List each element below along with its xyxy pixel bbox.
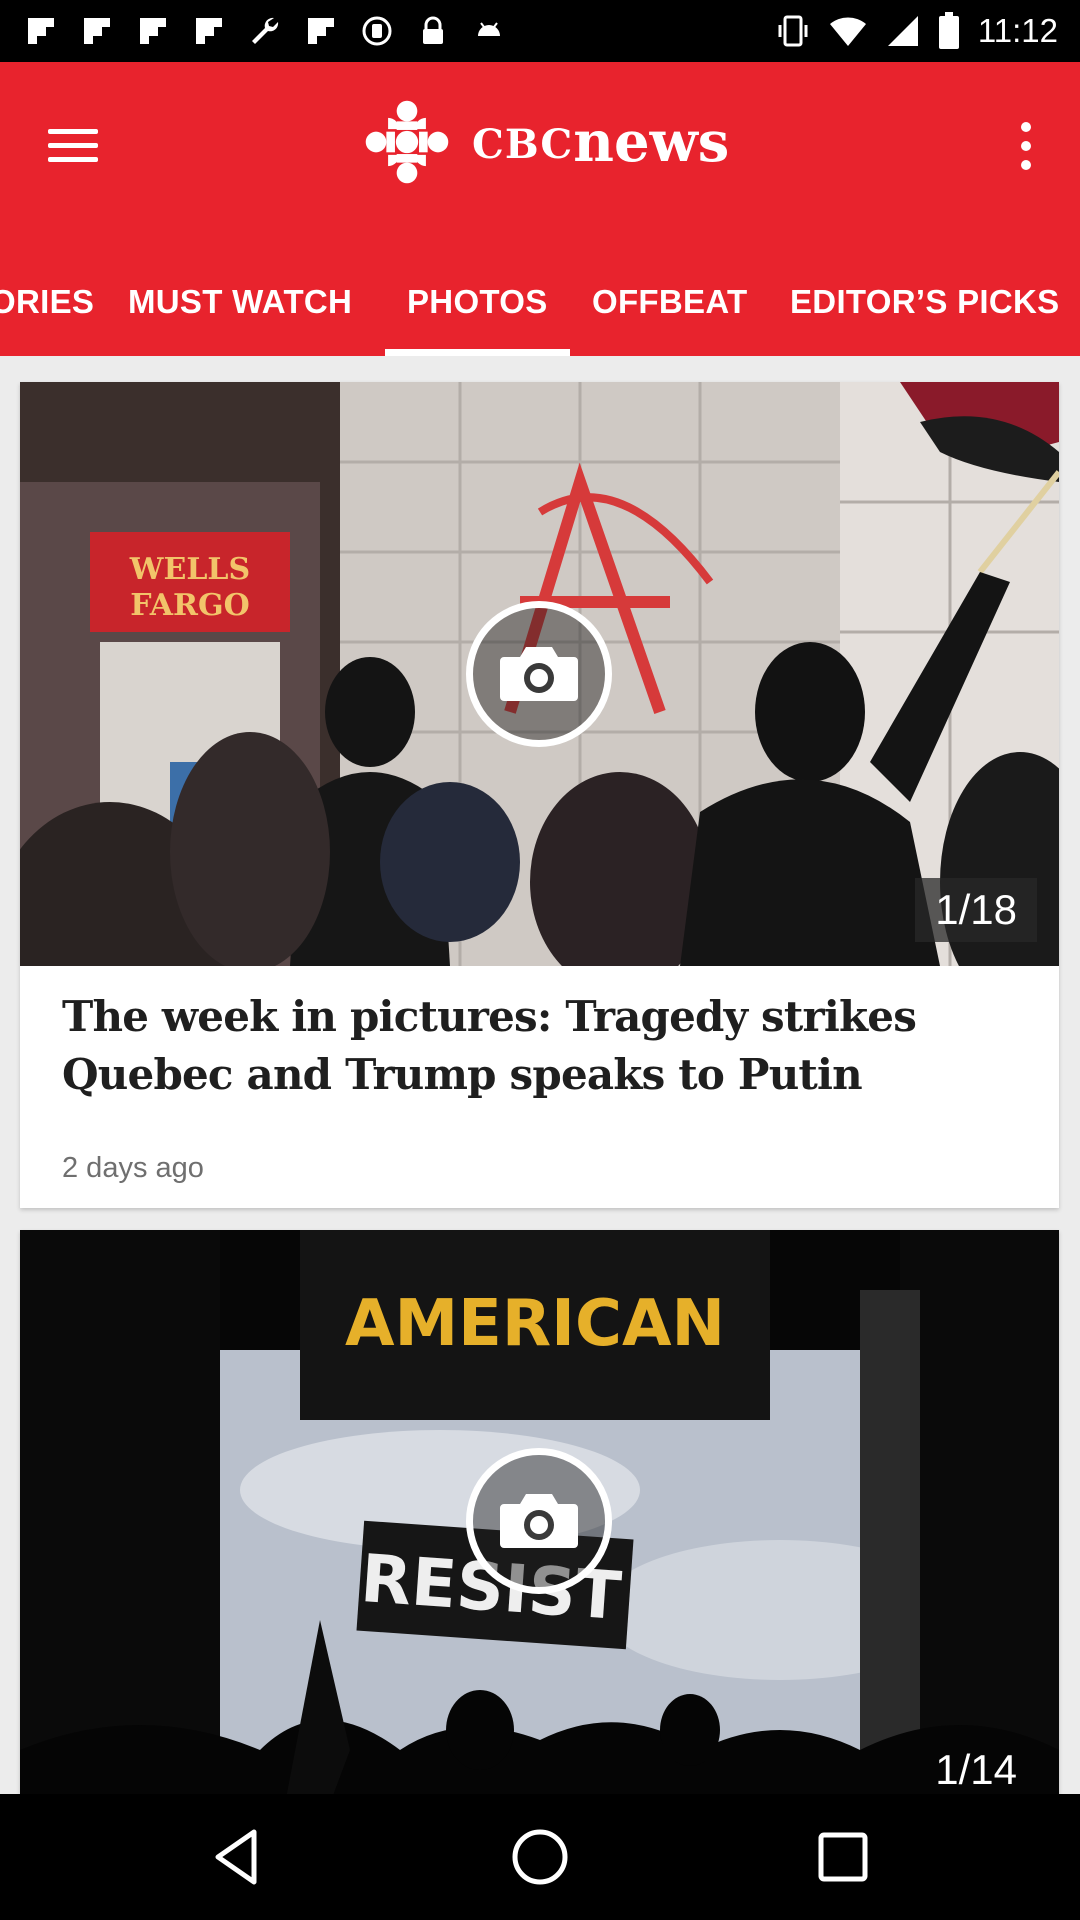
logo-prefix: CBC bbox=[472, 121, 574, 168]
gallery-title[interactable]: The week in pictures: Tragedy strikes Qu… bbox=[62, 988, 1022, 1104]
flipboard-icon bbox=[28, 18, 54, 44]
gallery-card[interactable]: AMERICAN RESIST 1/14 bbox=[20, 1230, 1059, 1794]
photo-count-badge: 1/14 bbox=[935, 1746, 1017, 1793]
photo-count-badge: 1/18 bbox=[915, 878, 1037, 942]
vibrate-icon bbox=[778, 15, 808, 47]
tab-top-stories[interactable]: ORIES bbox=[0, 258, 94, 356]
tab-photos[interactable]: PHOTOS bbox=[385, 258, 570, 356]
gallery-card[interactable]: WELLS FARGO 1/18 The week in pictures: T… bbox=[20, 382, 1059, 1208]
tab-offbeat[interactable]: OFFBEAT bbox=[592, 258, 747, 356]
recent-apps-square-icon[interactable] bbox=[810, 1824, 876, 1890]
home-circle-icon[interactable] bbox=[507, 1824, 573, 1890]
image-text-line: FARGO bbox=[130, 588, 250, 623]
image-text-line: AMERICAN bbox=[345, 1287, 725, 1361]
camera-glyph bbox=[500, 1494, 578, 1548]
image-text-line: WELLS bbox=[129, 552, 250, 587]
wifi-icon bbox=[829, 17, 866, 46]
system-icons: 11:12 bbox=[776, 10, 1058, 52]
photo-gallery-feed: WELLS FARGO 1/18 The week in pictures: T… bbox=[0, 356, 1080, 1794]
app-header: CBCnews ORIES MUST WATCH PHOTOS OFFBEAT … bbox=[0, 62, 1080, 356]
flipboard-icon bbox=[308, 18, 334, 44]
android-icon bbox=[478, 22, 500, 36]
gallery-thumbnail[interactable]: WELLS FARGO 1/18 bbox=[20, 382, 1059, 966]
cbc-gem-icon bbox=[365, 100, 449, 184]
system-navigation-bar bbox=[0, 1794, 1080, 1920]
overflow-menu-icon[interactable] bbox=[1006, 114, 1046, 178]
notification-icons bbox=[24, 10, 506, 52]
registered-icon bbox=[362, 16, 392, 46]
flipboard-icon bbox=[140, 18, 166, 44]
camera-icon bbox=[466, 1448, 612, 1594]
camera-icon bbox=[466, 601, 612, 747]
hamburger-menu-icon[interactable] bbox=[40, 112, 106, 178]
tab-must-watch[interactable]: MUST WATCH bbox=[128, 258, 352, 356]
signal-icon bbox=[887, 16, 918, 46]
back-triangle-icon[interactable] bbox=[204, 1824, 270, 1890]
status-bar: 11:12 bbox=[0, 0, 1080, 62]
wrench-icon bbox=[252, 17, 279, 44]
gallery-thumbnail[interactable]: AMERICAN RESIST 1/14 bbox=[20, 1230, 1059, 1794]
gallery-timestamp: 2 days ago bbox=[62, 1152, 204, 1184]
clock: 11:12 bbox=[977, 12, 1058, 49]
camera-glyph bbox=[500, 647, 578, 701]
logo-wordmark: CBCnews bbox=[472, 114, 729, 170]
logo-word: news bbox=[573, 109, 730, 175]
flipboard-icon bbox=[196, 18, 222, 44]
battery-icon bbox=[938, 12, 959, 49]
tab-editors-picks[interactable]: EDITOR’S PICKS bbox=[790, 258, 1059, 356]
flipboard-icon bbox=[84, 18, 110, 44]
lock-icon bbox=[423, 16, 443, 44]
section-tabs: ORIES MUST WATCH PHOTOS OFFBEAT EDITOR’S… bbox=[0, 258, 1080, 356]
cbc-news-logo: CBCnews bbox=[364, 92, 729, 192]
